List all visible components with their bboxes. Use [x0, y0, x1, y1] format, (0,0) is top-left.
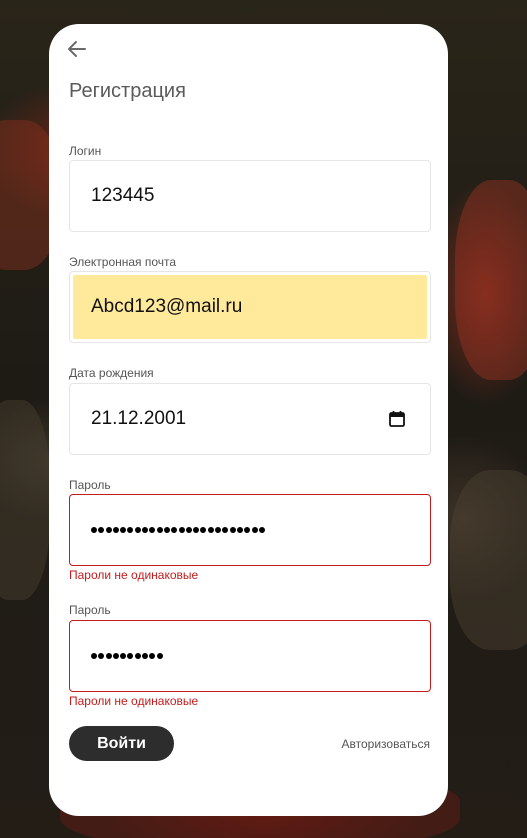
- mask-dot: [142, 527, 149, 533]
- password-error: Пароли не одинаковые: [69, 568, 199, 582]
- email-field[interactable]: Abcd123@mail.ru: [69, 271, 431, 343]
- birthdate-label: Дата рождения: [69, 366, 154, 380]
- page-title: Регистрация: [69, 80, 186, 102]
- password-confirm-error: Пароли не одинаковые: [69, 694, 199, 708]
- password-masked-value: [91, 527, 265, 533]
- mask-dot: [244, 527, 251, 533]
- mask-dot: [236, 527, 243, 533]
- login-button[interactable]: Войти: [69, 726, 174, 761]
- registration-card: Регистрация Логин 123445 Электронная поч…: [49, 24, 448, 816]
- mask-dot: [120, 653, 127, 659]
- password-label: Пароль: [69, 478, 111, 492]
- birthdate-value: 21.12.2001: [91, 408, 187, 429]
- mask-dot: [258, 527, 265, 533]
- email-autofill-background: Abcd123@mail.ru: [73, 275, 427, 339]
- mask-dot: [193, 527, 200, 533]
- mask-dot: [127, 527, 134, 533]
- mask-dot: [251, 527, 258, 533]
- mask-dot: [149, 653, 156, 659]
- calendar-icon[interactable]: [388, 410, 406, 428]
- mask-dot: [215, 527, 222, 533]
- mask-dot: [222, 527, 229, 533]
- mask-dot: [120, 527, 127, 533]
- mask-dot: [185, 527, 192, 533]
- mask-dot: [127, 653, 134, 659]
- email-value: Abcd123@mail.ru: [91, 296, 243, 317]
- mask-dot: [112, 527, 119, 533]
- login-field[interactable]: 123445: [69, 160, 431, 232]
- mask-dot: [105, 653, 112, 659]
- password-field[interactable]: [69, 494, 431, 566]
- mask-dot: [134, 653, 141, 659]
- password-confirm-field[interactable]: [69, 620, 431, 692]
- mask-dot: [229, 527, 236, 533]
- background-shape: [450, 470, 527, 650]
- password-confirm-label: Пароль: [69, 603, 111, 617]
- mask-dot: [91, 527, 97, 533]
- mask-dot: [156, 527, 163, 533]
- email-label: Электронная почта: [69, 255, 177, 269]
- login-value: 123445: [91, 185, 155, 206]
- arrow-left-icon: [68, 41, 86, 57]
- mask-dot: [156, 653, 163, 659]
- mask-dot: [149, 527, 156, 533]
- back-button[interactable]: [65, 37, 89, 61]
- password-confirm-masked-value: [91, 653, 163, 659]
- mask-dot: [98, 653, 105, 659]
- mask-dot: [163, 527, 170, 533]
- mask-dot: [178, 527, 185, 533]
- mask-dot: [98, 527, 105, 533]
- authorize-link[interactable]: Авторизоваться: [342, 737, 430, 751]
- birthdate-field[interactable]: 21.12.2001: [69, 383, 431, 455]
- background-shape: [455, 180, 527, 380]
- mask-dot: [105, 527, 112, 533]
- mask-dot: [200, 527, 207, 533]
- mask-dot: [91, 653, 97, 659]
- login-label: Логин: [69, 144, 102, 158]
- mask-dot: [112, 653, 119, 659]
- mask-dot: [142, 653, 149, 659]
- background-shape: [0, 400, 50, 600]
- mask-dot: [171, 527, 178, 533]
- mask-dot: [134, 527, 141, 533]
- mask-dot: [207, 527, 214, 533]
